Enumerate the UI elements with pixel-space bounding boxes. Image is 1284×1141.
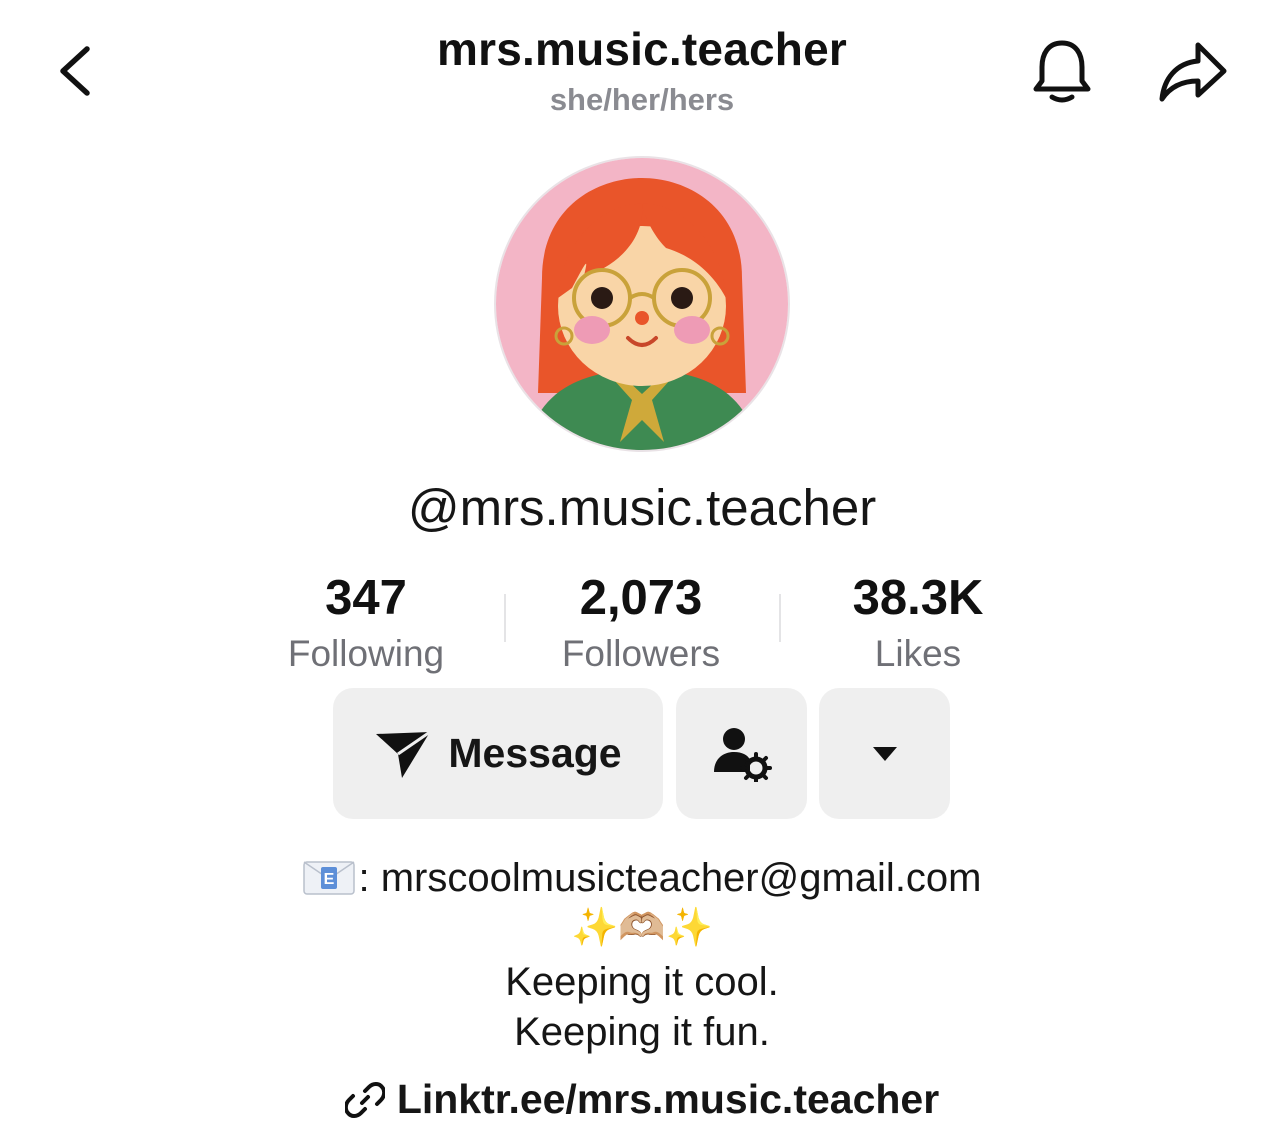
message-button[interactable]: Message [333, 688, 663, 819]
stat-label: Following [287, 633, 445, 674]
avatar[interactable] [496, 158, 788, 450]
bio-link[interactable]: Linktr.ee/mrs.music.teacher [0, 1076, 1284, 1123]
email-separator: : [358, 856, 381, 900]
link-chain-icon [344, 1081, 385, 1118]
paper-plane-icon [376, 730, 432, 778]
share-arrow-icon [1159, 42, 1227, 102]
friend-settings-button[interactable] [676, 688, 807, 819]
profile-handle: @mrs.music.teacher [407, 479, 877, 536]
email-address: mrscoolmusicteacher@gmail.com [380, 856, 982, 900]
more-options-button[interactable] [819, 688, 950, 819]
person-gear-icon [713, 727, 772, 782]
stat-value: 38.3K [852, 571, 984, 625]
svg-text:E: E [323, 871, 334, 888]
bio-link-text[interactable]: Linktr.ee/mrs.music.teacher [397, 1076, 939, 1123]
stat-label: Followers [561, 633, 721, 674]
stat-value: 2,073 [579, 571, 703, 625]
stat-label: Likes [874, 633, 962, 674]
stat-likes[interactable]: 38.3K Likes [798, 568, 1038, 678]
envelope-icon: E [302, 861, 355, 895]
share-button[interactable] [1150, 32, 1236, 112]
notifications-button[interactable] [1020, 30, 1104, 114]
bio-email-line: E : mrscoolmusicteacher@gmail.com [0, 856, 1284, 901]
message-label: Message [448, 730, 622, 776]
stat-following[interactable]: 347 Following [246, 568, 486, 678]
stat-followers[interactable]: 2,073 Followers [521, 568, 761, 678]
bio-emoji-line: ✨🫶🏼✨ [571, 907, 713, 949]
bio-line-1: Keeping it cool. [505, 960, 779, 1004]
stat-value: 347 [325, 571, 407, 625]
stat-divider [504, 594, 506, 642]
caret-down-icon [872, 746, 897, 761]
stat-divider [779, 594, 781, 642]
avatar-illustration [496, 158, 788, 450]
bell-icon [1033, 40, 1091, 103]
bio-line-2: Keeping it fun. [514, 1010, 770, 1054]
